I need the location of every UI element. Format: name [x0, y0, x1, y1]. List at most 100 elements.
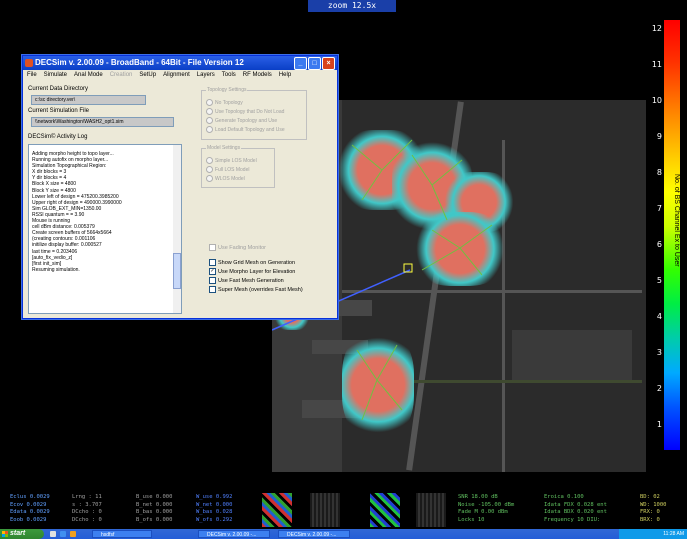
status-value: Frequency 10 DIU: [544, 516, 601, 523]
status-value: Eoob 0.0029 [10, 516, 47, 523]
topology-settings-group: Topology Settings No Topology Use Topolo… [201, 87, 307, 140]
status-value: Lrng : 11 [72, 494, 102, 500]
status-value: Fade M 0.00 dBm [458, 509, 508, 515]
status-value: WD: 1000 [640, 501, 667, 508]
scale-tick: 10 [651, 96, 662, 105]
topology-option[interactable]: Use Topology that Do Not Load [206, 108, 284, 115]
status-value: B_use 0.000 [136, 494, 173, 500]
status-value: Ecov 0.0029 [10, 501, 47, 508]
start-button[interactable]: start [0, 529, 44, 539]
minimap [416, 493, 446, 527]
status-value: Locks 10 [458, 516, 485, 523]
activity-log-label: DECSim© Activity Log [28, 134, 88, 140]
menu-file[interactable]: File [27, 70, 37, 80]
status-value: DCcho : 0 [72, 516, 102, 523]
decsim-window[interactable]: DECSim v. 2.00.09 - BroadBand - 64Bit - … [22, 55, 338, 319]
scale-tick: 11 [651, 60, 662, 69]
morpho-layer-checkbox[interactable]: ✓ Use Morpho Layer for Elevation [209, 268, 295, 275]
status-value: W_bas 0.028 [196, 509, 233, 515]
model-option[interactable]: Full LOS Model [206, 166, 249, 173]
topology-option[interactable]: Generate Topology and Use [206, 117, 277, 124]
model-option[interactable]: WLOS Model [206, 175, 245, 182]
status-value: BRX: 0 [640, 516, 660, 523]
topology-option[interactable]: No Topology [206, 99, 243, 106]
scale-tick: 8 [656, 168, 662, 177]
current-dir-field: c:\sc directory.ver\ [31, 95, 146, 105]
zoom-indicator: zoom 12.5x [308, 0, 396, 12]
app-icon [25, 59, 33, 67]
menu-rf-models[interactable]: RF Models [243, 70, 272, 80]
scale-title: No. of BS Channel Ex to User [673, 173, 680, 267]
status-value: Eroica 0.100 [544, 494, 584, 500]
menu-alignment[interactable]: Alignment [163, 70, 190, 80]
current-file-field: \\network\Washington\WASH2_opt1.sim [31, 117, 174, 127]
current-dir-label: Current Data Directory [28, 86, 89, 92]
super-mesh-checkbox[interactable]: Super Mesh (overrides Fast Mesh) [209, 286, 303, 293]
scale-tick: 5 [656, 276, 662, 285]
fast-mesh-checkbox[interactable]: Use Fast Mesh Generation [209, 277, 284, 284]
status-value: Noise -105.00 dBm [458, 501, 515, 508]
log-scroll-thumb[interactable] [173, 253, 181, 289]
status-value: B_ofs 0.000 [136, 516, 173, 523]
status-value: Idata BDX 0.020 ent [544, 509, 607, 515]
maximize-button[interactable]: □ [308, 57, 321, 70]
status-value: W_net 0.000 [196, 501, 233, 508]
fading-monitor-checkbox[interactable]: Use Fading Monitor [209, 244, 266, 251]
scale-tick: 7 [656, 204, 662, 213]
minimap [370, 493, 400, 527]
topology-legend: Topology Settings [206, 87, 248, 93]
model-settings-group: Model Settings Simple LOS Model Full LOS… [201, 145, 275, 188]
model-legend: Model Settings [206, 145, 242, 151]
window-title: DECSim v. 2.00.09 - BroadBand - 64Bit - … [35, 58, 244, 67]
status-value: Eclus 0.0029 [10, 494, 50, 500]
scale-tick: 2 [656, 384, 662, 393]
activity-log[interactable]: Adding morpho height to topo layer... Ru… [28, 144, 182, 314]
current-file-label: Current Simulation File [28, 108, 90, 114]
menu-setup[interactable]: SetUp [139, 70, 156, 80]
windows-logo-icon [2, 531, 8, 537]
clock: 11:28 AM [663, 531, 684, 537]
scale-tick: 9 [656, 132, 662, 141]
model-option[interactable]: Simple LOS Model [206, 157, 257, 164]
minimap [310, 493, 340, 527]
close-button[interactable]: × [322, 57, 335, 70]
minimize-button[interactable]: _ [294, 57, 307, 70]
status-value: B_net 0.000 [136, 501, 173, 508]
status-value: FRX: 0 [640, 509, 660, 515]
taskbar-item[interactable]: DECSim v. 2.00.09 -... [198, 530, 270, 538]
status-value: W_use 0.992 [196, 494, 233, 500]
menu-help[interactable]: Help [279, 70, 291, 80]
grid-mesh-checkbox[interactable]: Show Grid Mesh on Generation [209, 259, 295, 266]
window-titlebar[interactable]: DECSim v. 2.00.09 - BroadBand - 64Bit - … [23, 56, 337, 70]
system-tray: 11:28 AM [619, 529, 687, 539]
scale-tick: 3 [656, 348, 662, 357]
status-value: DCcho : 0 [72, 509, 102, 515]
topology-option[interactable]: Load Default Topology and Use [206, 126, 285, 133]
log-line: Resuming simulation. [32, 266, 80, 273]
menu-anal-mode[interactable]: Anal Mode [74, 70, 103, 80]
menu-bar: File Simulate Anal Mode Creation SetUp A… [23, 70, 337, 80]
taskbar: start hsdfsf DECSim v. 2.00.09 -... DECS… [0, 529, 687, 539]
status-value: BD: 02 [640, 494, 660, 500]
quick-launch-icon[interactable] [60, 531, 66, 537]
menu-creation[interactable]: Creation [110, 70, 133, 80]
status-value: Idata FDX 0.028 ent [544, 501, 607, 508]
quick-launch-icon[interactable] [70, 531, 76, 537]
scale-tick: 1 [656, 420, 662, 429]
status-value: W_ofs 0.292 [196, 516, 233, 523]
status-value: SNR 18.00 dB [458, 494, 498, 500]
scale-tick: 6 [656, 240, 662, 249]
menu-simulate[interactable]: Simulate [44, 70, 67, 80]
minimap [262, 493, 292, 527]
taskbar-item[interactable]: hsdfsf [92, 530, 152, 538]
menu-tools[interactable]: Tools [222, 70, 236, 80]
status-value: B_bas 0.000 [136, 509, 173, 515]
status-value: s : 3.707 [72, 501, 102, 508]
quick-launch-icon[interactable] [50, 531, 56, 537]
scale-tick: 4 [656, 312, 662, 321]
log-scrollbar[interactable] [173, 145, 181, 313]
menu-layers[interactable]: Layers [197, 70, 215, 80]
scale-tick: 12 [651, 24, 662, 33]
status-panel: Eclus 0.0029 Ecov 0.0029 Edata 0.0029 Eo… [0, 491, 687, 529]
taskbar-item[interactable]: DECSim v. 2.00.09 -... [278, 530, 350, 538]
